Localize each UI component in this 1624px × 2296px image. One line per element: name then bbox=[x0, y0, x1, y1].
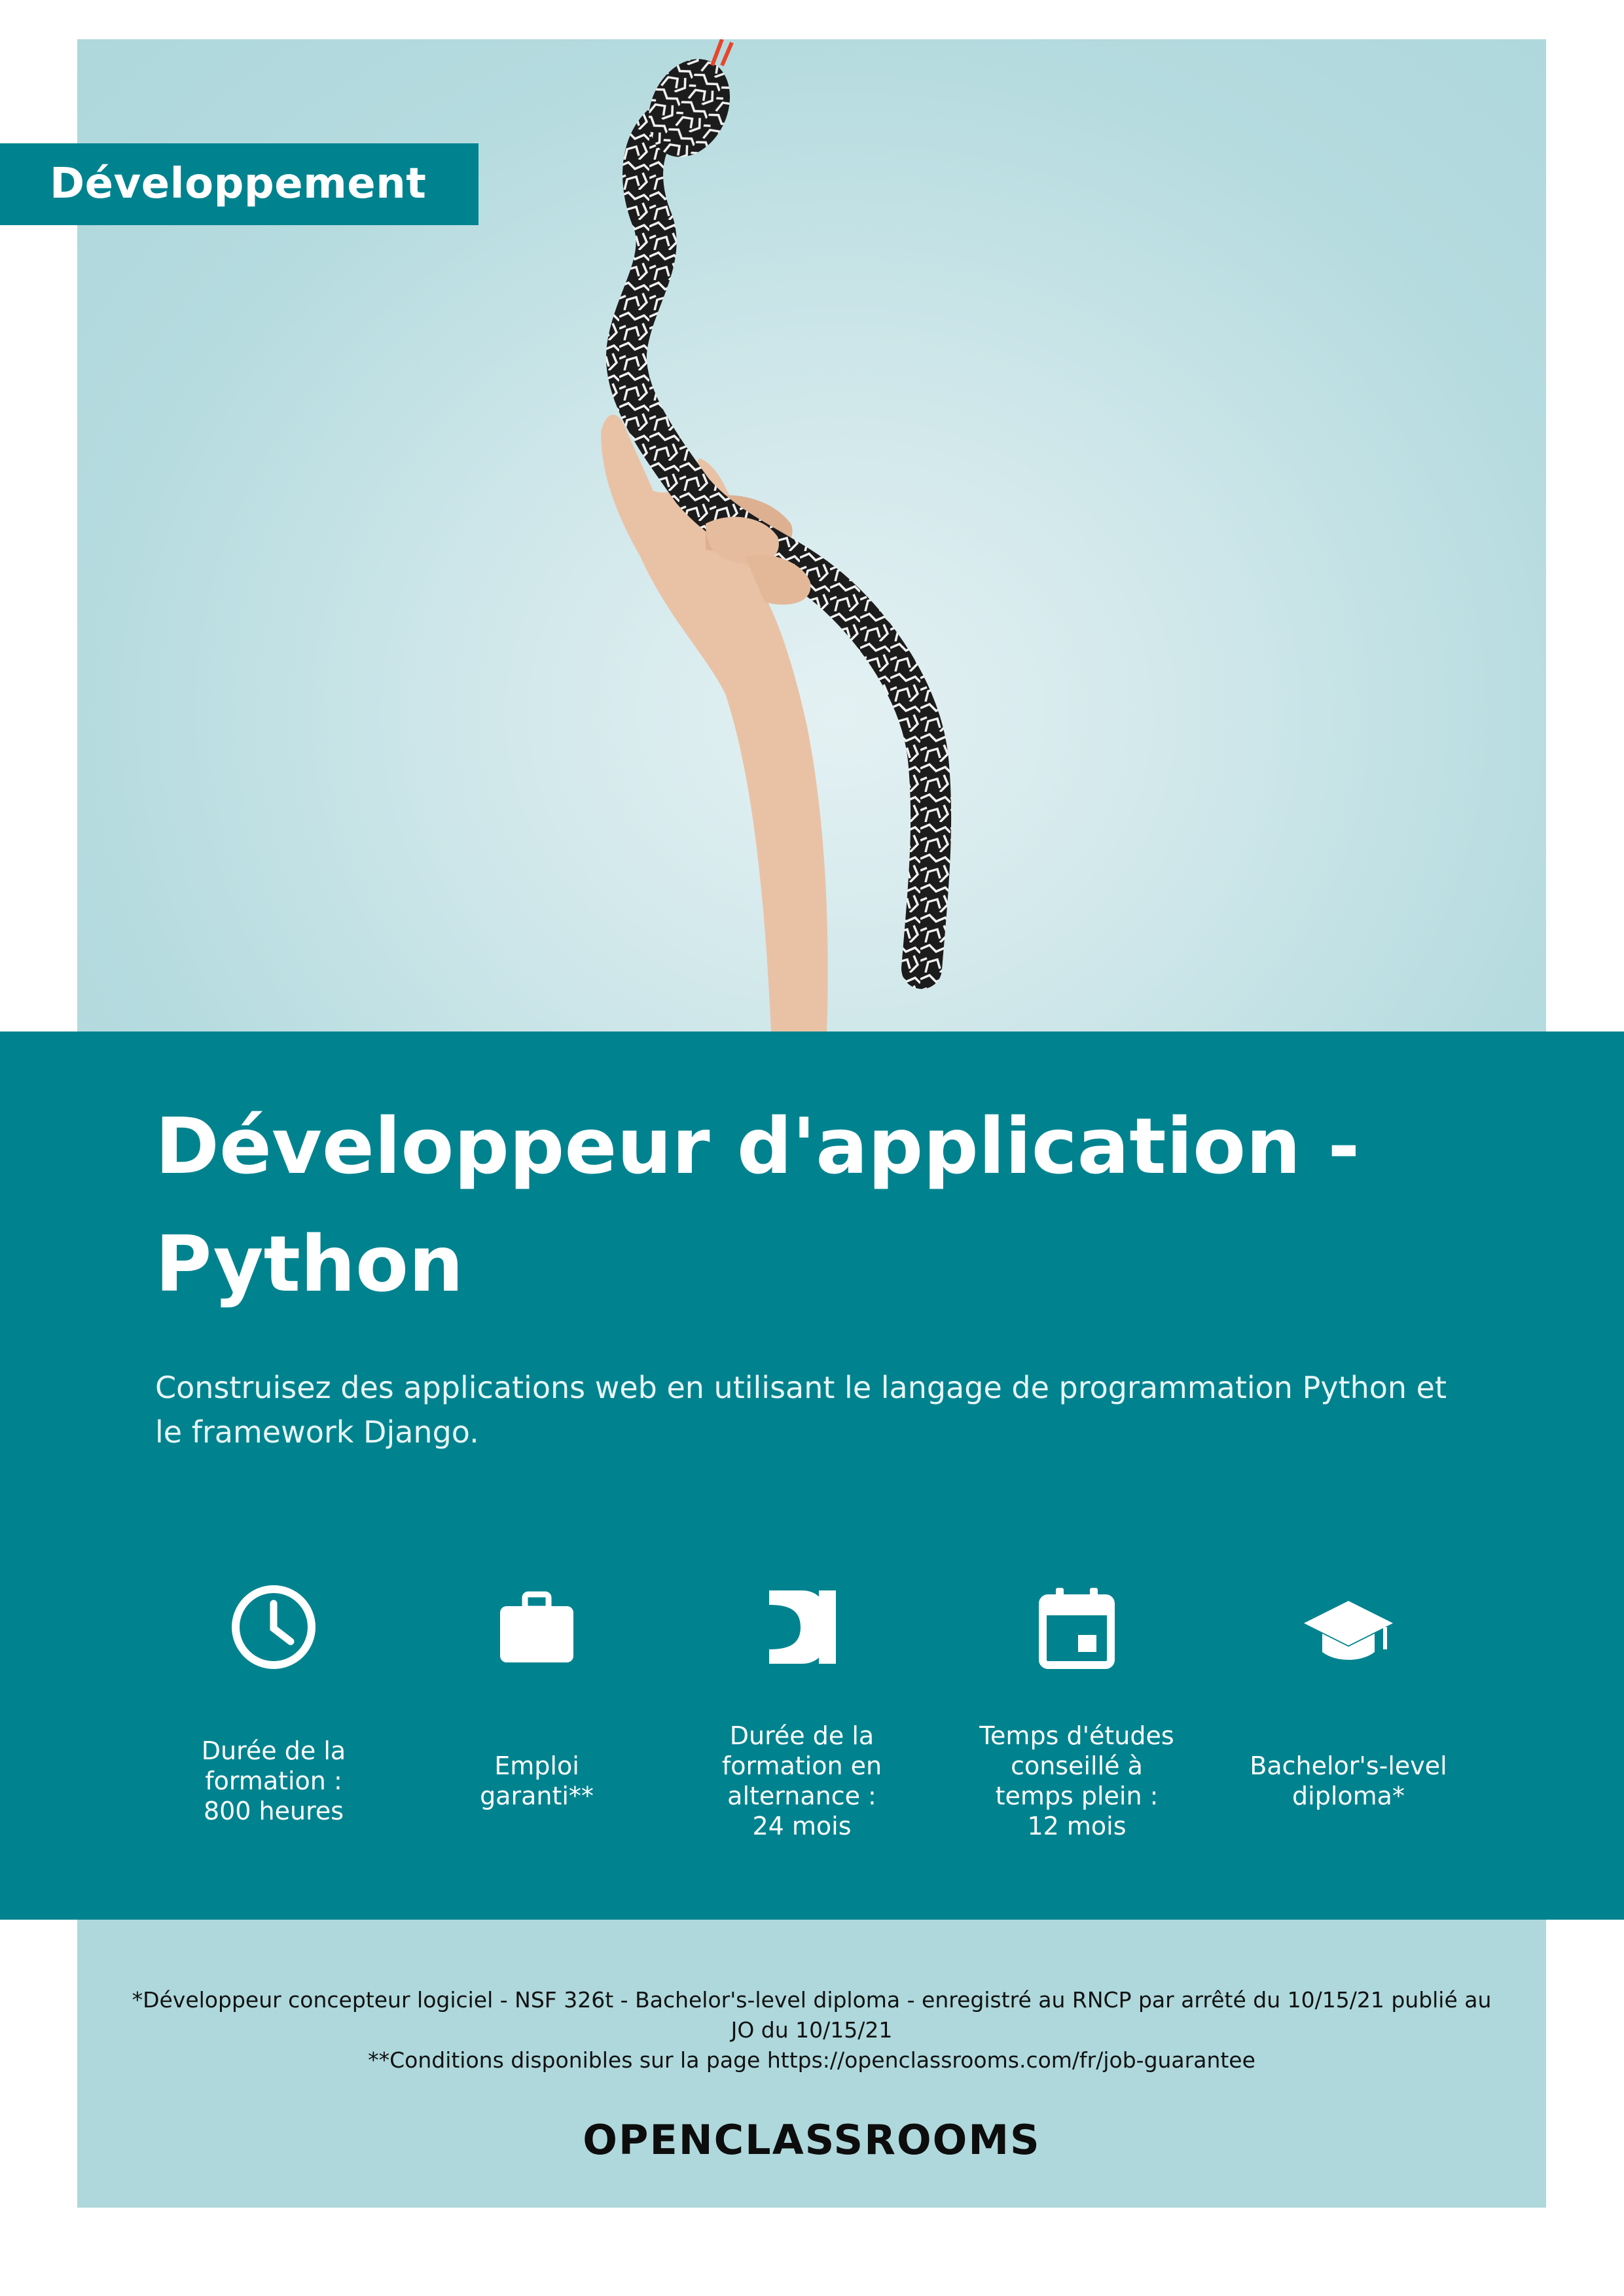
feature-job-guarantee: Emploi garanti** bbox=[412, 1581, 661, 1810]
page-title: Développeur d'application - Python bbox=[155, 1101, 1360, 1309]
feature-label: Emploi garanti** bbox=[480, 1751, 594, 1810]
feature-label: Durée de la formation : 800 heures bbox=[201, 1736, 346, 1825]
clock-icon bbox=[232, 1585, 316, 1669]
openclassrooms-mark-icon bbox=[769, 1590, 836, 1664]
graduation-cap-icon bbox=[1304, 1601, 1393, 1660]
feature-work-study: Durée de la formation en alternance : 24… bbox=[677, 1581, 926, 1840]
footnote-conditions: **Conditions disponibles sur la page htt… bbox=[368, 2047, 1255, 2073]
feature-label: Durée de la formation en alternance : 24… bbox=[721, 1721, 882, 1840]
feature-label: Temps d'études conseillé à temps plein :… bbox=[979, 1721, 1174, 1840]
openclassrooms-logo: OPENCLASSROOMS bbox=[583, 2116, 1041, 2164]
footnotes: *Développeur concepteur logiciel - NSF 3… bbox=[130, 1985, 1494, 2075]
footnote-diploma: *Développeur concepteur logiciel - NSF 3… bbox=[132, 1987, 1492, 2043]
feature-label: Bachelor's-level diploma* bbox=[1250, 1751, 1447, 1810]
feature-study-time: Temps d'études conseillé à temps plein :… bbox=[952, 1581, 1201, 1840]
info-band: Développeur d'application - Python Const… bbox=[0, 1031, 1624, 1920]
feature-duration: Durée de la formation : 800 heures bbox=[149, 1581, 398, 1825]
feature-diploma: Bachelor's-level diploma* bbox=[1224, 1581, 1473, 1810]
briefcase-icon bbox=[500, 1591, 573, 1662]
footer: *Développeur concepteur logiciel - NSF 3… bbox=[77, 1920, 1546, 2208]
page-subtitle: Construisez des applications web en util… bbox=[155, 1370, 1447, 1450]
calendar-icon bbox=[1039, 1588, 1115, 1669]
category-tag: Développement bbox=[0, 143, 478, 225]
